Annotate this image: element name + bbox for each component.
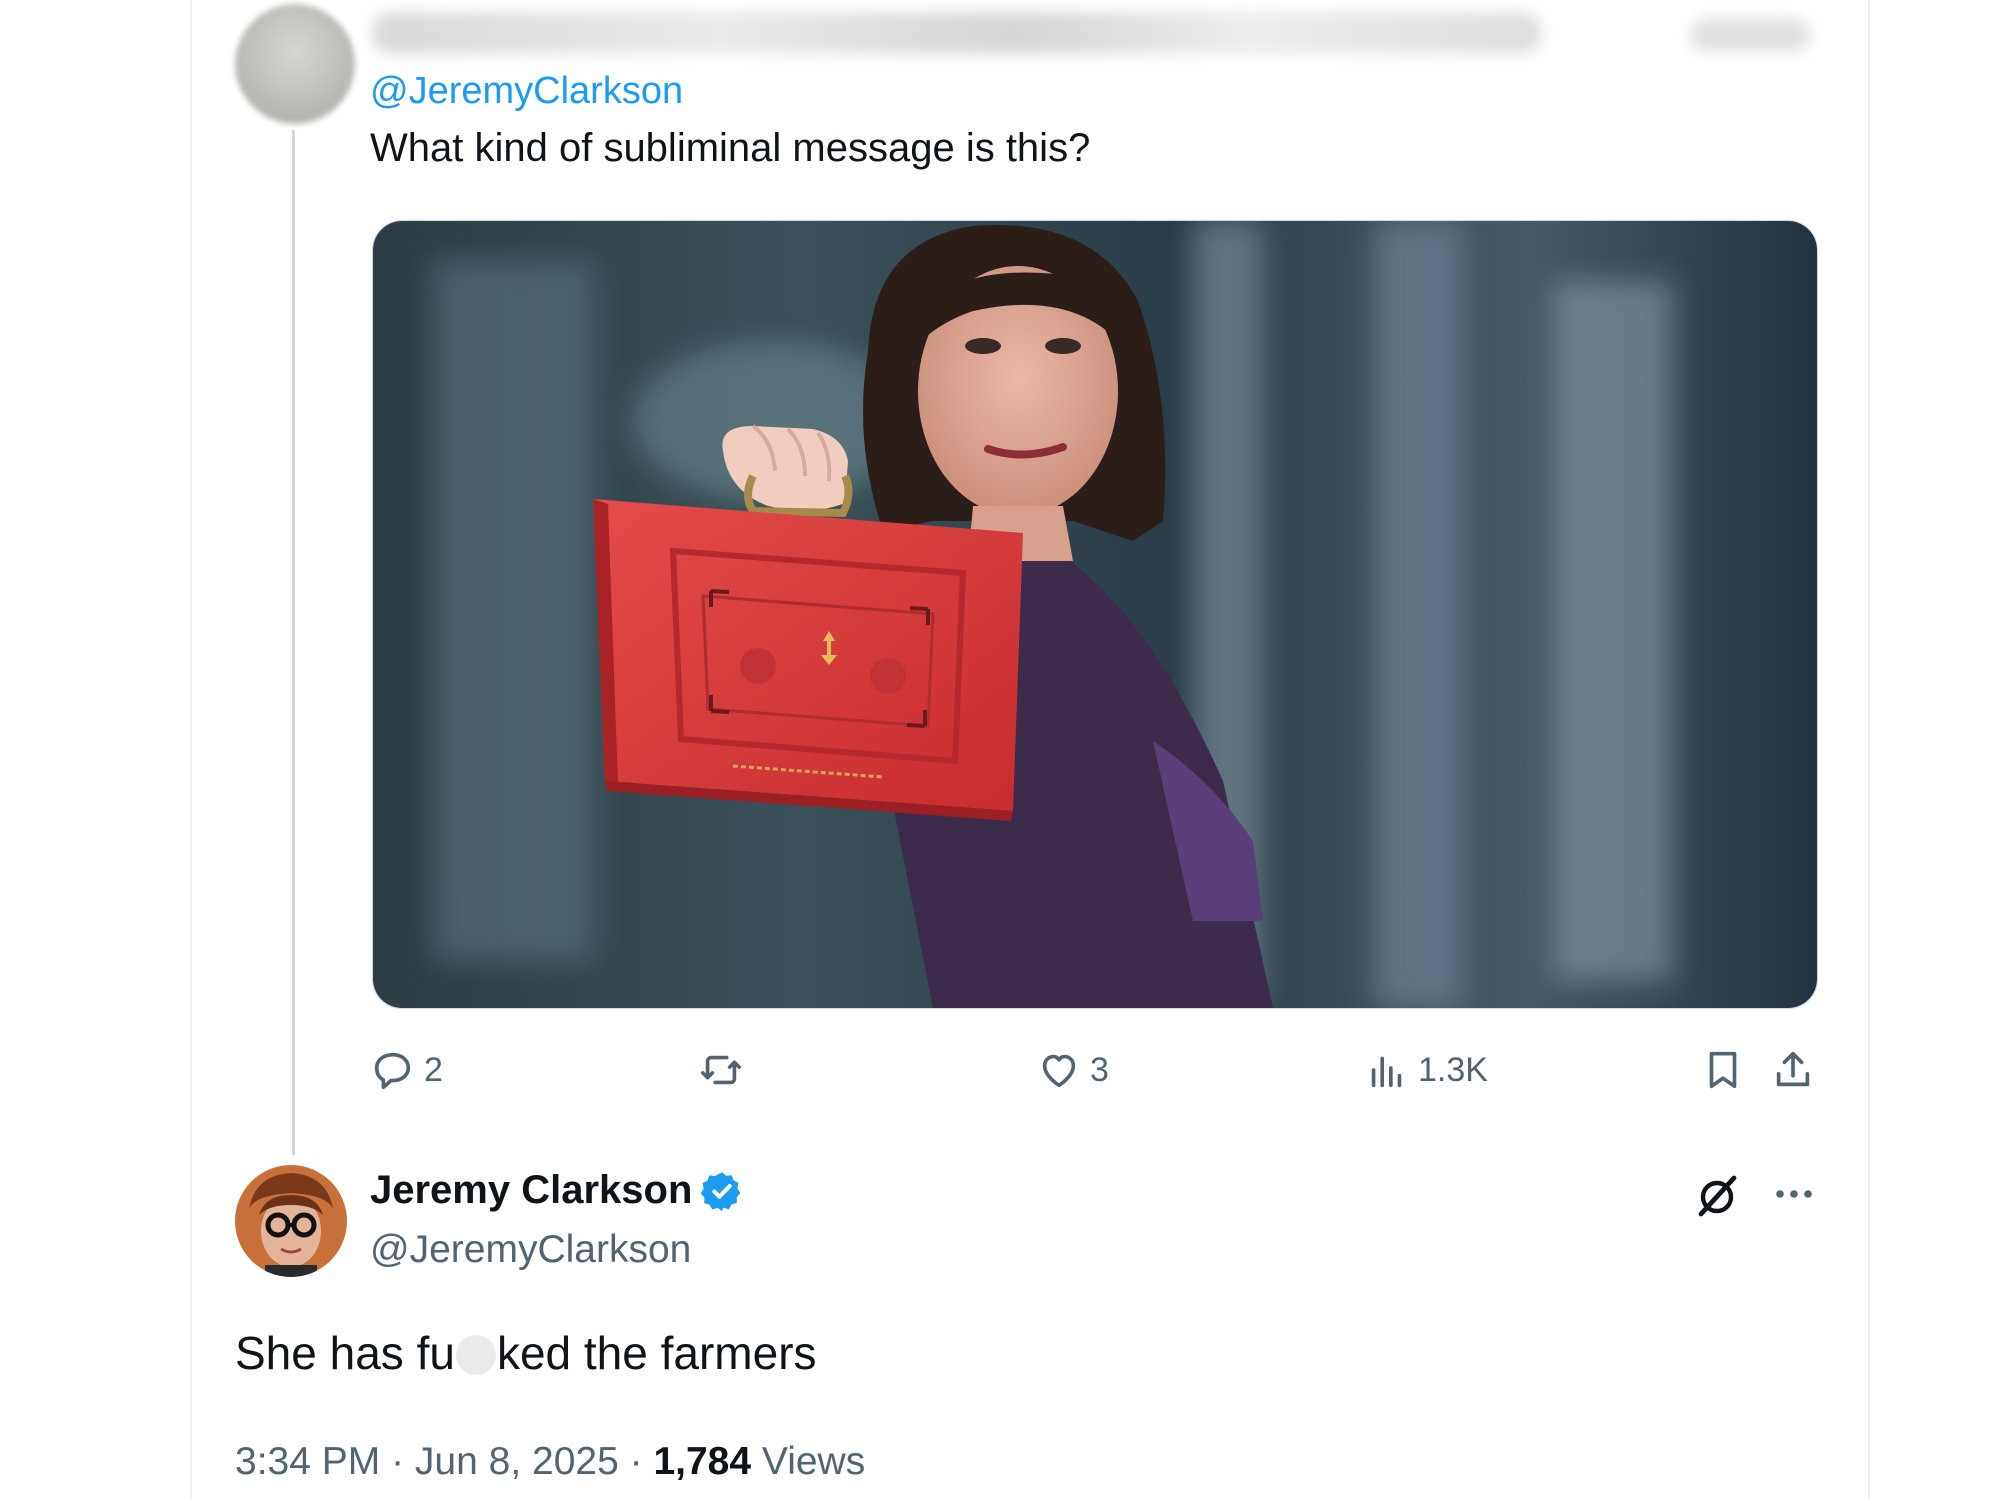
reply-text: What kind of subliminal message is this? xyxy=(370,126,1091,170)
like-icon xyxy=(1042,1054,1076,1088)
views-icon xyxy=(1371,1056,1402,1088)
photo-red-budget-box xyxy=(373,221,1817,1008)
reply-mention-link[interactable]: @JeremyClarkson xyxy=(370,70,683,113)
tweet-views-label: Views xyxy=(751,1440,866,1483)
bookmark-icon xyxy=(1709,1051,1737,1089)
author-avatar[interactable] xyxy=(235,1165,347,1277)
tweet-date[interactable]: Jun 8, 2025 xyxy=(415,1440,619,1483)
share-icon xyxy=(1776,1051,1810,1087)
reply-action-bar: 2 3 1.3K xyxy=(370,1040,1820,1100)
meta-separator-2: · xyxy=(618,1440,654,1483)
verified-badge-icon[interactable] xyxy=(700,1169,744,1213)
bookmark-button[interactable] xyxy=(1700,1040,1746,1100)
thread-connector-line xyxy=(292,130,295,1155)
views-count: 1.3K xyxy=(1418,1050,1488,1089)
tweet-text-part-1: She has f xyxy=(235,1327,430,1379)
grok-icon[interactable] xyxy=(1693,1172,1741,1220)
author-display-name[interactable]: Jeremy Clarkson xyxy=(370,1168,744,1213)
reply-author-avatar[interactable] xyxy=(235,4,355,124)
tweet-text-partial-letter: u xyxy=(429,1327,455,1379)
frame-edge-right xyxy=(1868,0,1870,1500)
tweet-time[interactable]: 3:34 PM xyxy=(235,1440,380,1483)
tweet-views-count: 1,784 xyxy=(653,1440,752,1483)
frame-edge-left xyxy=(190,0,192,1500)
reply-icon xyxy=(374,1052,411,1090)
share-button[interactable] xyxy=(1770,1040,1816,1100)
author-avatar-image xyxy=(235,1165,347,1277)
tweet-text: She has fu ked the farmers xyxy=(235,1326,817,1380)
tweet-metadata: 3:34 PM · Jun 8, 2025 · 1,784 Views xyxy=(235,1440,865,1484)
tweet-text-part-2: ked the farmers xyxy=(496,1327,817,1379)
like-count: 3 xyxy=(1090,1050,1109,1089)
reply-button[interactable]: 2 xyxy=(370,1040,443,1100)
retweet-button[interactable] xyxy=(698,1040,752,1100)
views-button[interactable]: 1.3K xyxy=(1364,1040,1488,1100)
blurred-reply-menu xyxy=(1690,18,1810,52)
meta-separator-1: · xyxy=(380,1440,415,1483)
blurred-reply-author-header xyxy=(372,12,1542,54)
reply-count: 2 xyxy=(424,1050,443,1089)
censor-blur-patch xyxy=(455,1335,496,1375)
more-icon[interactable] xyxy=(1770,1170,1818,1218)
like-button[interactable]: 3 xyxy=(1036,1040,1109,1100)
author-display-name-text: Jeremy Clarkson xyxy=(370,1168,693,1212)
author-handle[interactable]: @JeremyClarkson xyxy=(370,1228,691,1272)
retweet-icon xyxy=(700,1055,742,1085)
reply-media-image[interactable] xyxy=(372,220,1818,1009)
